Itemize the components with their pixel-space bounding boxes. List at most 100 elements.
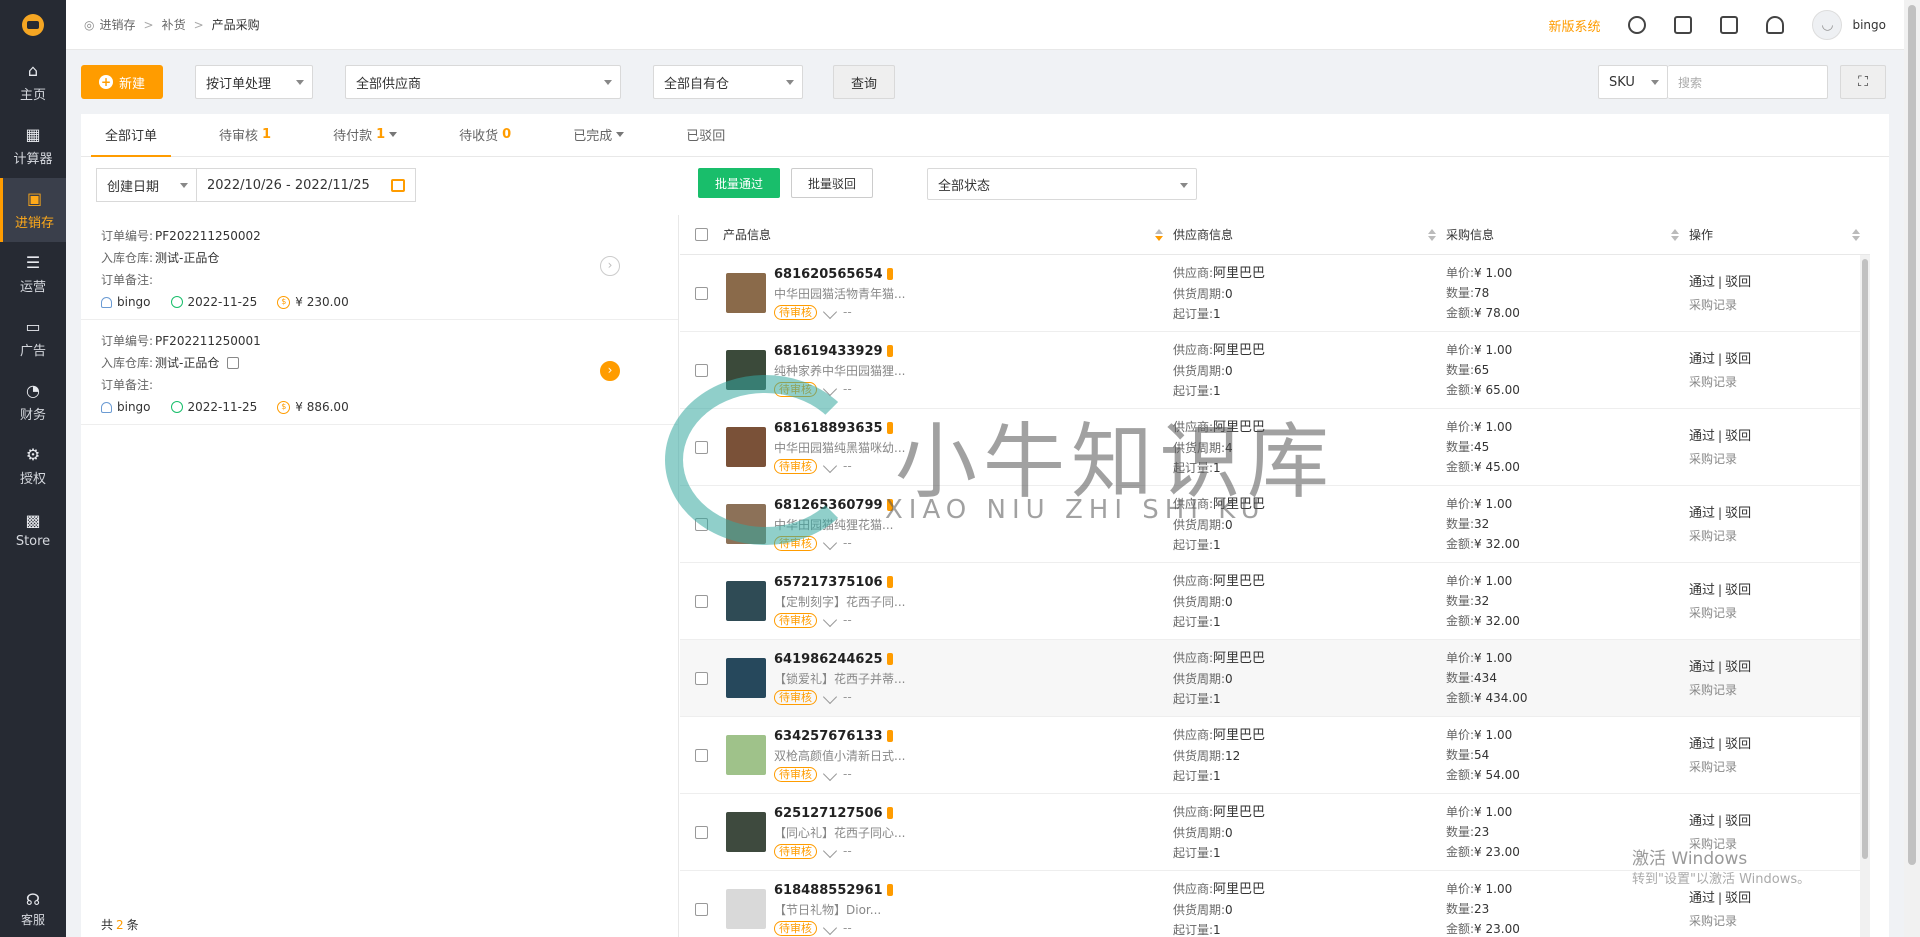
table-row[interactable]: 681619433929 纯种家养中华田园猫狸... 待审核 -- 供应商:阿里巴… (680, 332, 1870, 409)
pass-button[interactable]: 通过 (1689, 275, 1715, 290)
tab-4[interactable]: 已完成 (559, 113, 638, 156)
order-card[interactable]: 订单编号: PF202211250001 入库仓库: 测试-正品仓 订单备注: bi… (81, 320, 678, 425)
table-row[interactable]: 634257676133 双枪高颜值小清新日式... 待审核 -- 供应商:阿里巴… (680, 717, 1870, 794)
row-checkbox[interactable] (695, 440, 708, 454)
tab-5[interactable]: 已驳回 (672, 113, 739, 156)
purchase-record-link[interactable]: 采购记录 (1689, 679, 1870, 701)
batch-reject-button[interactable]: 批量驳回 (791, 168, 873, 198)
product-sku[interactable]: 634257676133 (774, 729, 905, 744)
sidebar-item-5[interactable]: ◔ 财务 (0, 370, 66, 434)
select-all-checkbox[interactable] (695, 228, 708, 241)
pencil-icon[interactable] (822, 689, 838, 705)
edit-icon[interactable] (227, 357, 240, 369)
table-row[interactable]: 681265360799 中华田园猫纯狸花猫... 待审核 -- 供应商:阿里巴巴… (680, 486, 1870, 563)
reject-button[interactable]: 驳回 (1725, 814, 1751, 829)
new-system-link[interactable]: 新版系统 (1548, 16, 1600, 35)
product-thumbnail[interactable] (726, 273, 766, 313)
pass-button[interactable]: 通过 (1689, 352, 1715, 367)
breadcrumb-item[interactable]: 进销存 (99, 16, 135, 33)
product-thumbnail[interactable] (726, 812, 766, 852)
tab-2[interactable]: 待付款 1 (319, 113, 411, 156)
new-button[interactable]: + 新建 (81, 65, 163, 99)
row-checkbox[interactable] (695, 363, 708, 377)
scrollbar-thumb[interactable] (1862, 259, 1868, 859)
tab-3[interactable]: 待收货 0 (445, 113, 525, 156)
pencil-icon[interactable] (822, 766, 838, 782)
user-menu[interactable]: ◡ bingo (1812, 10, 1886, 40)
pencil-icon[interactable] (822, 920, 838, 936)
row-checkbox[interactable] (695, 748, 708, 762)
product-sku[interactable]: 681620565654 (774, 267, 905, 282)
pencil-icon[interactable] (822, 304, 838, 320)
clock-icon[interactable] (1628, 16, 1647, 34)
reject-button[interactable]: 驳回 (1725, 506, 1751, 521)
tab-1[interactable]: 待审核 1 (205, 113, 285, 156)
play-icon[interactable] (1674, 16, 1693, 34)
product-sku[interactable]: 625127127506 (774, 806, 905, 821)
chevron-right-icon[interactable]: › (600, 361, 620, 381)
row-checkbox[interactable] (695, 671, 708, 685)
table-row[interactable]: 641986244625 【锁爱礼】花西子并蒂... 待审核 -- 供应商:阿里巴… (680, 640, 1870, 717)
row-checkbox[interactable] (695, 517, 708, 531)
order-card[interactable]: 订单编号: PF202211250002 入库仓库: 测试-正品仓 订单备注: bi… (81, 215, 678, 320)
pencil-icon[interactable] (822, 843, 838, 859)
purchase-record-link[interactable]: 采购记录 (1689, 525, 1870, 547)
product-thumbnail[interactable] (726, 889, 766, 929)
date-range-input[interactable]: 2022/10/26 - 2022/11/25 (197, 178, 391, 193)
reject-button[interactable]: 驳回 (1725, 583, 1751, 598)
table-row[interactable]: 681618893635 中华田园猫纯黑猫咪幼... 待审核 -- 供应商:阿里巴… (680, 409, 1870, 486)
purchase-record-link[interactable]: 采购记录 (1689, 448, 1870, 470)
reject-button[interactable]: 驳回 (1725, 275, 1751, 290)
sort-icon[interactable] (1428, 228, 1436, 241)
sidebar-item-6[interactable]: ⚙ 授权 (0, 434, 66, 498)
batch-pass-button[interactable]: 批量通过 (698, 168, 780, 198)
col-product[interactable]: 产品信息 (723, 215, 1173, 255)
row-checkbox[interactable] (695, 594, 708, 608)
bell-icon[interactable] (1766, 16, 1785, 34)
pencil-icon[interactable] (822, 381, 838, 397)
purchase-record-link[interactable]: 采购记录 (1689, 602, 1870, 624)
sidebar-item-2[interactable]: ▣ 进销存 (0, 178, 66, 242)
pass-button[interactable]: 通过 (1689, 737, 1715, 752)
status-select[interactable]: 全部状态 (927, 168, 1197, 200)
sort-icon[interactable] (1155, 228, 1163, 241)
sidebar-item-1[interactable]: ▦ 计算器 (0, 114, 66, 178)
sidebar-item-7[interactable]: ▩ Store (0, 498, 66, 562)
row-checkbox[interactable] (695, 902, 708, 916)
tab-0[interactable]: 全部订单 (91, 113, 172, 157)
pencil-icon[interactable] (822, 612, 838, 628)
sidebar-item-support[interactable]: ☊ 客服 (0, 881, 66, 937)
date-type-select[interactable]: 创建日期 (97, 169, 197, 201)
search-field-select[interactable]: SKU (1598, 65, 1668, 99)
col-purchase[interactable]: 采购信息 (1446, 215, 1689, 255)
app-logo[interactable] (0, 0, 66, 50)
query-button[interactable]: 查询 (833, 65, 895, 99)
product-sku[interactable]: 681265360799 (774, 498, 893, 513)
product-thumbnail[interactable] (726, 504, 766, 544)
pencil-icon[interactable] (822, 458, 838, 474)
table-scrollbar[interactable] (1860, 255, 1870, 937)
warehouse-select[interactable]: 全部自有仓 (653, 65, 803, 99)
layout-toggle-button[interactable]: ⛶ (1840, 65, 1886, 99)
pass-button[interactable]: 通过 (1689, 660, 1715, 675)
pass-button[interactable]: 通过 (1689, 583, 1715, 598)
product-thumbnail[interactable] (726, 735, 766, 775)
search-input[interactable]: 搜索 (1668, 65, 1828, 99)
pass-button[interactable]: 通过 (1689, 506, 1715, 521)
product-thumbnail[interactable] (726, 658, 766, 698)
purchase-record-link[interactable]: 采购记录 (1689, 371, 1870, 393)
purchase-record-link[interactable]: 采购记录 (1689, 756, 1870, 778)
supplier-select[interactable]: 全部供应商 (345, 65, 621, 99)
col-supplier[interactable]: 供应商信息 (1173, 215, 1446, 255)
row-checkbox[interactable] (695, 286, 708, 300)
product-sku[interactable]: 641986244625 (774, 652, 905, 667)
process-mode-select[interactable]: 按订单处理 (195, 65, 313, 99)
reject-button[interactable]: 驳回 (1725, 737, 1751, 752)
sidebar-item-0[interactable]: ⌂ 主页 (0, 50, 66, 114)
page-scrollbar[interactable] (1904, 0, 1920, 937)
calendar-icon[interactable] (391, 178, 405, 192)
pencil-icon[interactable] (822, 535, 838, 551)
sort-icon[interactable] (1852, 228, 1860, 241)
purchase-record-link[interactable]: 采购记录 (1689, 910, 1870, 932)
product-sku[interactable]: 657217375106 (774, 575, 905, 590)
